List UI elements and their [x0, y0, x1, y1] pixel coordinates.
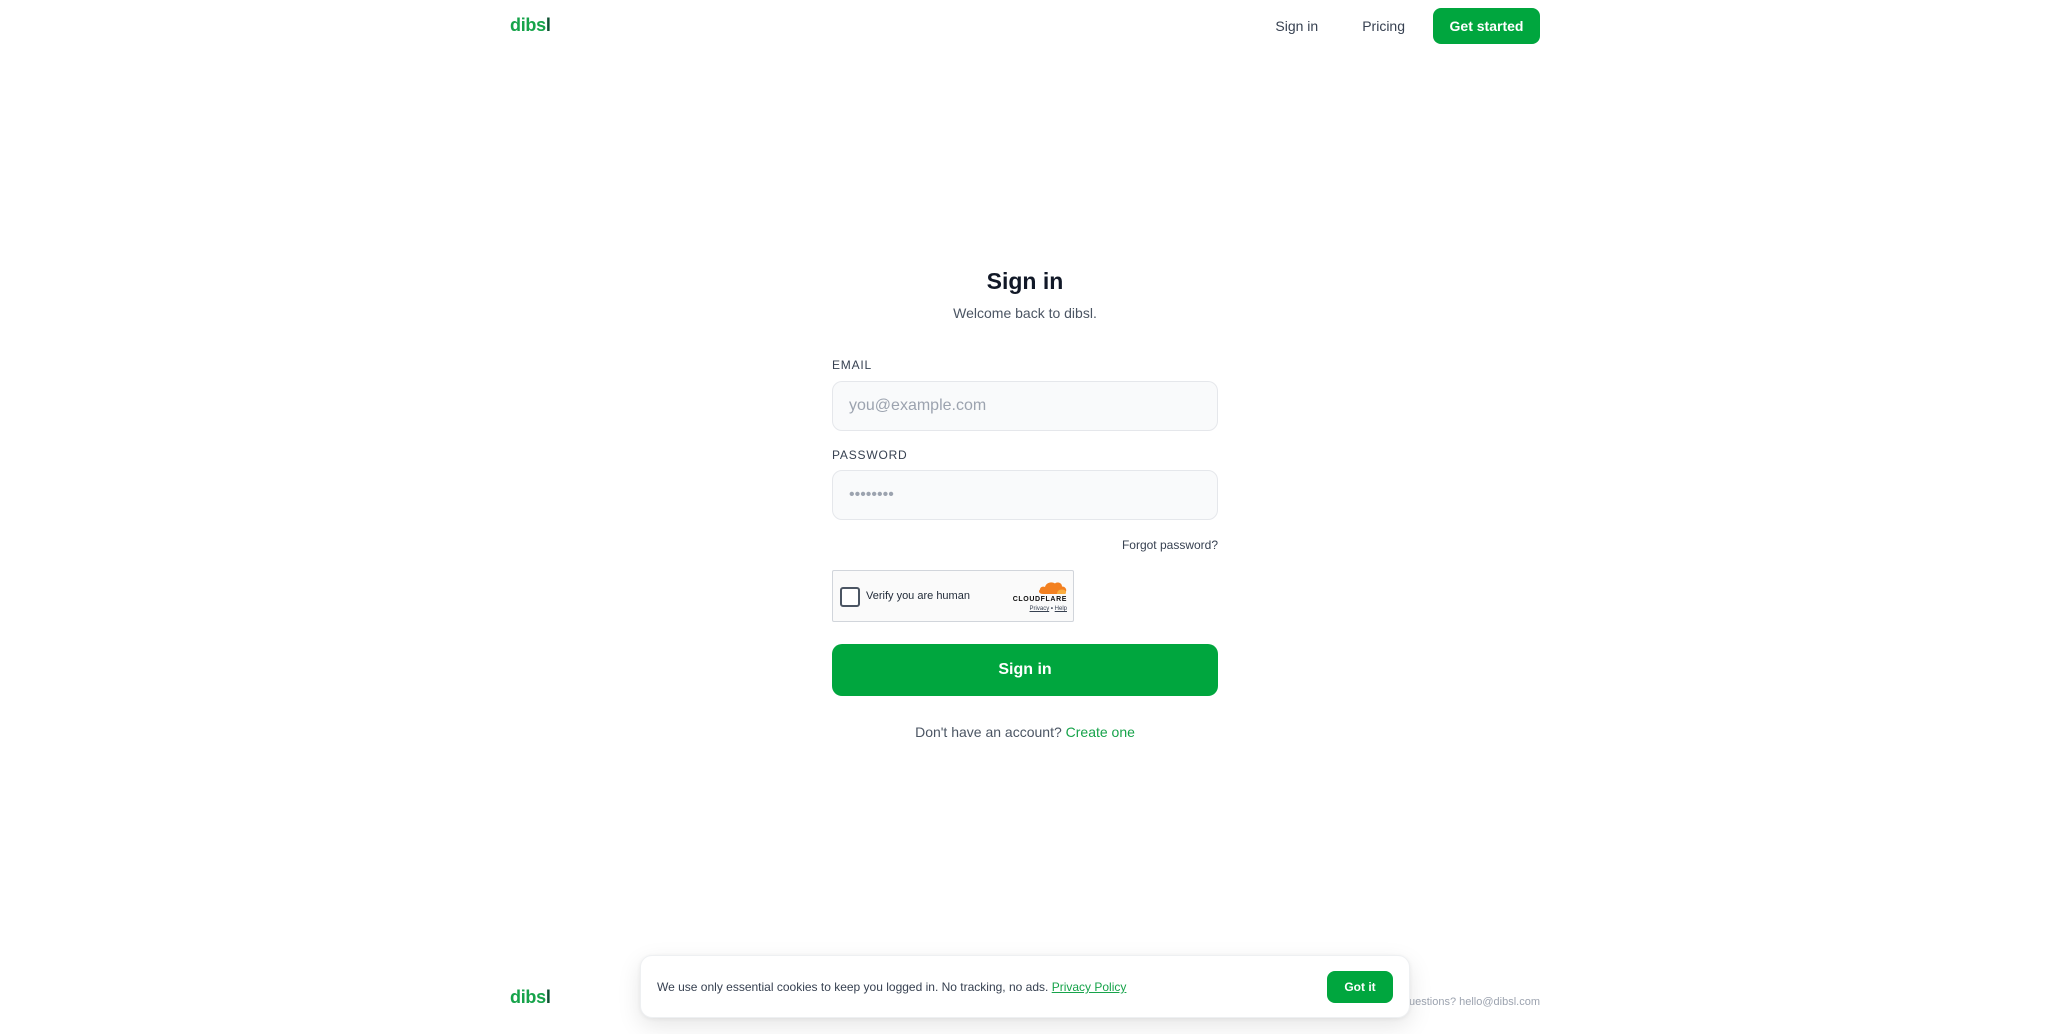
captcha-links-separator: •	[1050, 606, 1053, 612]
signup-prompt: Don't have an account? Create one	[832, 724, 1218, 740]
forgot-password-link[interactable]: Forgot password?	[1122, 538, 1218, 552]
cookie-accept-button[interactable]: Got it	[1327, 971, 1393, 1003]
cookie-banner: We use only essential cookies to keep yo…	[640, 955, 1410, 1018]
captcha-widget: Verify you are human CLOUDFLARE Privacy …	[832, 570, 1074, 622]
page-title: Sign in	[986, 268, 1064, 294]
cloudflare-icon	[1039, 582, 1067, 594]
nav-signin-link[interactable]: Sign in	[1275, 18, 1318, 34]
signin-button[interactable]: Sign in	[832, 644, 1218, 696]
nav-pricing-link[interactable]: Pricing	[1362, 18, 1405, 34]
captcha-provider: CLOUDFLARE	[1012, 596, 1067, 603]
privacy-policy-link[interactable]: Privacy Policy	[1052, 980, 1127, 994]
logo[interactable]: dibsl	[510, 15, 551, 36]
captcha-branding: CLOUDFLARE Privacy • Help	[1005, 580, 1067, 612]
signup-prompt-text: Don't have an account?	[915, 724, 1062, 740]
footer-logo-text-accent: l	[545, 987, 551, 1007]
create-account-link[interactable]: Create one	[1066, 724, 1135, 740]
email-field[interactable]	[832, 381, 1218, 431]
logo-text-accent: l	[545, 15, 551, 35]
captcha-help-link[interactable]: Help	[1055, 606, 1067, 612]
footer-contact: Questions? hello@dibsl.com	[1400, 996, 1540, 1008]
top-nav: Sign in Pricing Get started	[1275, 8, 1540, 44]
cookie-text: We use only essential cookies to keep yo…	[657, 980, 1049, 994]
cookie-message: We use only essential cookies to keep yo…	[657, 980, 1126, 994]
site-header: dibsl Sign in Pricing Get started	[0, 0, 2048, 52]
get-started-button[interactable]: Get started	[1433, 8, 1540, 44]
password-label: PASSWORD	[832, 448, 908, 462]
captcha-label: Verify you are human	[866, 590, 970, 602]
captcha-checkbox[interactable]	[840, 587, 860, 607]
captcha-links: Privacy • Help	[1005, 606, 1067, 612]
email-label: EMAIL	[832, 358, 873, 372]
footer-logo[interactable]: dibsl	[510, 987, 551, 1008]
page-subtitle: Welcome back to dibsl.	[953, 305, 1097, 321]
signin-form: Sign in Welcome back to dibsl. EMAIL PAS…	[832, 268, 1218, 740]
footer-logo-text-main: dibs	[510, 987, 546, 1007]
captcha-privacy-link[interactable]: Privacy	[1030, 606, 1050, 612]
password-field[interactable]	[832, 470, 1218, 520]
logo-text-main: dibs	[510, 15, 546, 35]
